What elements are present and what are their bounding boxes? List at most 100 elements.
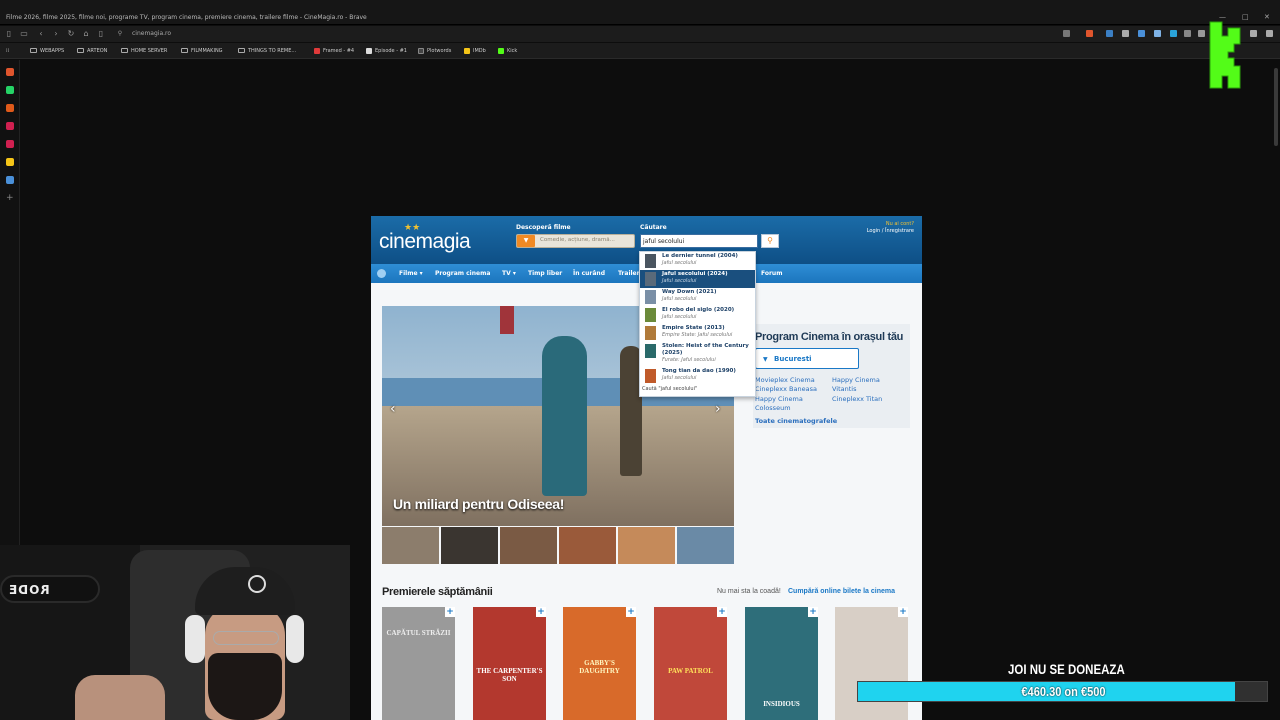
home-icon[interactable]: ⌂: [81, 28, 91, 40]
buy-tickets-link[interactable]: Cumpără online bilete la cinema: [788, 588, 895, 595]
translate-icon[interactable]: [1063, 30, 1070, 37]
brave-icon[interactable]: [6, 68, 14, 76]
carousel-next-icon[interactable]: ›: [715, 401, 721, 417]
bookmark-framed[interactable]: Framed - #4: [314, 46, 354, 56]
imdb-icon[interactable]: [6, 158, 14, 166]
add-icon[interactable]: +: [626, 607, 636, 617]
extension-icon[interactable]: [1138, 30, 1145, 37]
carousel-thumb[interactable]: [559, 527, 616, 564]
app-icon[interactable]: [6, 122, 14, 130]
site-logo[interactable]: cinemagia: [379, 230, 471, 254]
carousel-thumb[interactable]: [382, 527, 439, 564]
brave-shields-icon[interactable]: [1086, 30, 1093, 37]
cinema-link[interactable]: Happy Cinema Colosseum: [755, 395, 815, 413]
menu-program-cinema[interactable]: Program cinema: [435, 270, 490, 277]
bookmark-arteon[interactable]: ARTEON: [77, 46, 107, 56]
discover-placeholder: Comedie, acțiune, dramă...: [540, 237, 615, 243]
autocomplete-item[interactable]: Tong tian da dao (1990) Jaful secolului: [640, 367, 755, 385]
menu-in-curand[interactable]: În curând: [573, 270, 605, 277]
bookmark-webapps[interactable]: WEBAPPS: [30, 46, 64, 56]
bookmark-things-to-remember[interactable]: THINGS TO REME...: [238, 46, 296, 56]
address-bar[interactable]: cinemagia.ro: [128, 29, 1028, 39]
hero-caption[interactable]: Un miliard pentru Odiseea!: [393, 496, 564, 512]
autocomplete-item[interactable]: Empire State (2013) Empire State: Jaful …: [640, 324, 755, 342]
browser-navbar: ▯ ▭ ‹ › ↻ ⌂ ▯ ⚲ cinemagia.ro: [0, 26, 1280, 42]
extension-icon[interactable]: [1170, 30, 1177, 37]
extensions-menu-icon[interactable]: [1198, 30, 1205, 37]
extension-icon[interactable]: [1154, 30, 1161, 37]
add-icon[interactable]: +: [808, 607, 818, 617]
autocomplete-item[interactable]: Le dernier tunnel (2004) Jaful secolului: [640, 252, 755, 270]
add-icon[interactable]: +: [717, 607, 727, 617]
cinema-link[interactable]: Happy Cinema: [832, 376, 880, 384]
menu-tv[interactable]: TV ▾: [502, 270, 516, 277]
carousel-thumb[interactable]: [677, 527, 734, 564]
cinema-link[interactable]: Cineplexx Baneasa: [755, 385, 817, 393]
extension-icon[interactable]: [1122, 30, 1129, 37]
add-icon[interactable]: +: [6, 194, 14, 203]
discover-select[interactable]: ▼ Comedie, acțiune, dramă...: [516, 234, 635, 248]
autocomplete-item[interactable]: Way Down (2021) Jaful secolului: [640, 288, 755, 306]
poster-card[interactable]: CAPĂTUL STRĂZII +: [382, 607, 455, 720]
menu-icon[interactable]: [1266, 30, 1273, 37]
carousel-thumb[interactable]: [618, 527, 675, 564]
add-icon[interactable]: +: [445, 607, 455, 617]
tabs-icon[interactable]: ▭: [19, 28, 29, 40]
poster-card[interactable]: INSIDIOUS +: [745, 607, 818, 720]
carousel-thumb[interactable]: [441, 527, 498, 564]
extension-icon[interactable]: [1184, 30, 1191, 37]
bookmark-icon[interactable]: ▯: [96, 28, 106, 40]
cinema-link[interactable]: Movieplex Cinema: [755, 376, 815, 384]
add-icon[interactable]: +: [536, 607, 546, 617]
login-link[interactable]: Login / Înregistrare: [867, 228, 914, 234]
bookmark-imdb[interactable]: IMDb: [464, 46, 486, 56]
maximize-icon[interactable]: □: [1242, 13, 1249, 21]
bookmark-kick[interactable]: Kick: [498, 46, 517, 56]
chevron-down-icon[interactable]: ▼: [517, 235, 535, 247]
cinema-link[interactable]: Vitantis: [832, 385, 857, 393]
sidebar-toggle-icon[interactable]: ▯: [4, 28, 14, 40]
autocomplete-search-all[interactable]: Caută "jaful secolului": [642, 386, 697, 392]
close-icon[interactable]: ✕: [1264, 13, 1270, 21]
extension-icon[interactable]: [1106, 30, 1113, 37]
menu-trailer[interactable]: Trailer: [618, 270, 640, 277]
menu-forum[interactable]: Forum: [761, 270, 782, 277]
site-info-icon[interactable]: ⚲: [115, 28, 125, 40]
all-cinemas-link[interactable]: Toate cinematografele: [755, 417, 837, 425]
cinema-program-title: Program Cinema în orașul tău: [755, 331, 904, 343]
cinema-link[interactable]: Cineplexx Titan: [832, 395, 882, 403]
search-icon[interactable]: ⚲: [761, 234, 779, 248]
back-icon[interactable]: ‹: [36, 28, 46, 40]
scrollbar[interactable]: [1274, 68, 1278, 146]
bookmark-plotwords[interactable]: Plotwords: [418, 46, 451, 56]
bookmark-filmmaking[interactable]: FILMMAKING: [181, 46, 223, 56]
headphones-icon: [185, 615, 205, 663]
search-label: Căutare: [640, 224, 667, 231]
forward-icon[interactable]: ›: [51, 28, 61, 40]
carousel-prev-icon[interactable]: ‹: [390, 401, 396, 417]
menu-timp-liber[interactable]: Timp liber: [528, 270, 562, 277]
autocomplete-item-active[interactable]: Jaful secolului (2024) Jaful secolului: [640, 270, 755, 288]
apps-icon[interactable]: ⁞⁞: [6, 46, 14, 56]
poster-card[interactable]: GABBY'S DAUGHTRY +: [563, 607, 636, 720]
carousel-thumb[interactable]: [500, 527, 557, 564]
app-icon[interactable]: [6, 140, 14, 148]
autocomplete-item[interactable]: Stolen: Heist of the Century (2025) Fura…: [640, 342, 755, 366]
poster-card[interactable]: PAW PATROL +: [654, 607, 727, 720]
bookmark-home-server[interactable]: HOME SERVER: [121, 46, 167, 56]
poster-card[interactable]: THE CARPENTER'S SON +: [473, 607, 546, 720]
app-icon[interactable]: [6, 176, 14, 184]
autocomplete-item[interactable]: El robo del siglo (2020) Jaful secolului: [640, 306, 755, 324]
signup-link[interactable]: Nu ai cont?: [886, 221, 914, 227]
music-icon[interactable]: [1250, 30, 1257, 37]
city-select[interactable]: ▼ Bucuresti: [755, 348, 859, 369]
add-icon[interactable]: +: [898, 607, 908, 617]
search-input[interactable]: jaful secolului: [640, 234, 758, 248]
whatsapp-icon[interactable]: [6, 86, 14, 94]
reload-icon[interactable]: ↻: [66, 28, 76, 40]
bookmark-episode[interactable]: Episode - #1: [366, 46, 407, 56]
home-icon[interactable]: [377, 269, 386, 278]
menu-filme[interactable]: Filme ▾: [399, 270, 423, 277]
poster-card[interactable]: +: [835, 607, 908, 720]
app-icon[interactable]: [6, 104, 14, 112]
